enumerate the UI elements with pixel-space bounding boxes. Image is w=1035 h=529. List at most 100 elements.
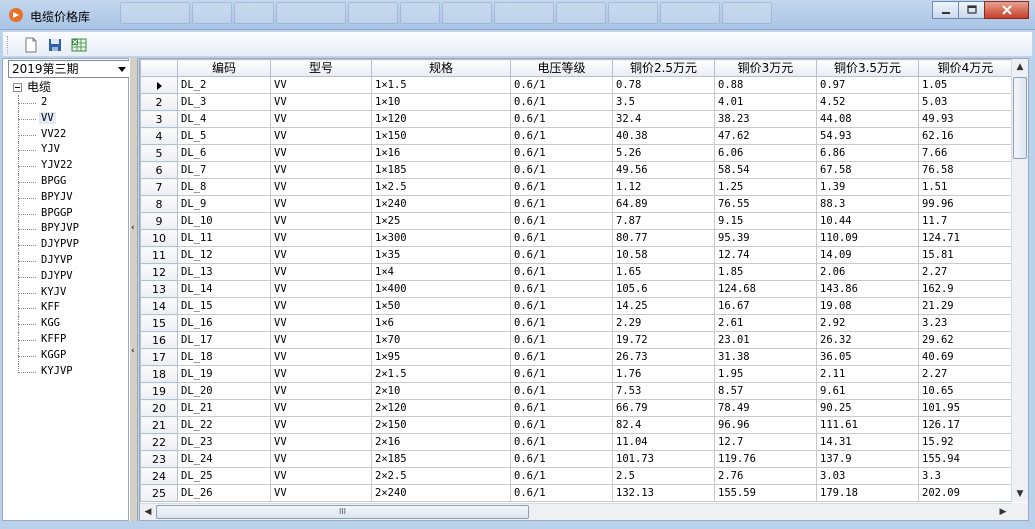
row-number[interactable]: 10 [140,229,178,247]
row-number[interactable]: 15 [140,314,178,332]
table-cell[interactable]: 78.49 [714,399,817,417]
table-cell[interactable]: DL_21 [177,399,271,417]
table-cell[interactable]: VV [270,93,372,111]
table-cell[interactable]: 11.7 [918,212,1013,230]
table-cell[interactable]: 1.05 [918,76,1013,94]
row-number[interactable]: 2 [140,93,178,111]
row-number[interactable]: 21 [140,416,178,434]
table-cell[interactable]: 124.68 [714,280,817,298]
vertical-scrollbar[interactable]: ▲ ▼ [1011,59,1028,502]
table-cell[interactable]: VV [270,161,372,179]
table-cell[interactable]: 12.7 [714,433,817,451]
table-cell[interactable]: 0.6/1 [510,263,613,281]
table-row[interactable]: 19 DL_20 VV 2×10 0.6/1 7.53 8.57 9.61 10.65 [140,382,1013,400]
table-cell[interactable]: VV [270,399,372,417]
table-cell[interactable]: DL_23 [177,433,271,451]
table-cell[interactable]: 2.27 [918,365,1013,383]
table-cell[interactable]: 1×35 [371,246,511,264]
row-number[interactable]: 8 [140,195,178,213]
table-cell[interactable]: 0.6/1 [510,433,613,451]
table-row[interactable]: 4 DL_5 VV 1×150 0.6/1 40.38 47.62 54.93 62.16 [140,127,1013,145]
table-cell[interactable]: 9.61 [816,382,919,400]
table-cell[interactable]: 14.31 [816,433,919,451]
row-number[interactable]: 3 [140,110,178,128]
table-cell[interactable]: 0.6/1 [510,161,613,179]
table-row[interactable]: 13 DL_14 VV 1×400 0.6/1 105.6 124.68 143.86 162.… [140,280,1013,298]
table-cell[interactable]: VV [270,348,372,366]
table-cell[interactable]: 1×240 [371,195,511,213]
table-cell[interactable]: 6.06 [714,144,817,162]
table-cell[interactable]: 0.78 [612,76,715,94]
row-number[interactable]: 23 [140,450,178,468]
table-cell[interactable]: DL_13 [177,263,271,281]
row-number[interactable]: 12 [140,263,178,281]
table-cell[interactable]: 101.73 [612,450,715,468]
table-cell[interactable]: 2×240 [371,484,511,502]
table-cell[interactable]: 0.6/1 [510,110,613,128]
table-row[interactable]: 18 DL_19 VV 2×1.5 0.6/1 1.76 1.95 2.11 2.27 [140,365,1013,383]
tree-item[interactable]: KGG [3,316,128,332]
table-cell[interactable]: 76.58 [918,161,1013,179]
table-cell[interactable]: 29.62 [918,331,1013,349]
table-cell[interactable]: 2×10 [371,382,511,400]
table-cell[interactable]: 7.53 [612,382,715,400]
table-cell[interactable]: 111.61 [816,416,919,434]
scroll-up-icon[interactable]: ▲ [1012,59,1028,75]
table-cell[interactable]: 0.6/1 [510,382,613,400]
table-cell[interactable]: 202.09 [918,484,1013,502]
table-cell[interactable]: 1×70 [371,331,511,349]
table-cell[interactable]: VV [270,246,372,264]
row-number[interactable]: 6 [140,161,178,179]
row-number[interactable]: 19 [140,382,178,400]
table-cell[interactable]: 6.86 [816,144,919,162]
table-cell[interactable]: 0.6/1 [510,416,613,434]
table-cell[interactable]: 0.6/1 [510,93,613,111]
collapse-left-icon[interactable]: ‹ [131,346,137,356]
table-cell[interactable]: 1.39 [816,178,919,196]
row-number[interactable]: 20 [140,399,178,417]
table-cell[interactable]: 126.17 [918,416,1013,434]
chevron-down-icon[interactable] [118,67,126,72]
table-cell[interactable]: VV [270,467,372,485]
table-cell[interactable]: 0.6/1 [510,331,613,349]
table-cell[interactable]: DL_22 [177,416,271,434]
table-row[interactable]: 23 DL_24 VV 2×185 0.6/1 101.73 119.76 137.9 155.… [140,450,1013,468]
table-cell[interactable]: 1.76 [612,365,715,383]
row-number[interactable]: 16 [140,331,178,349]
table-cell[interactable]: 10.44 [816,212,919,230]
table-cell[interactable]: 2.92 [816,314,919,332]
table-cell[interactable]: 2.27 [918,263,1013,281]
table-cell[interactable]: 1×300 [371,229,511,247]
excel-export-button[interactable] [69,35,89,55]
table-cell[interactable]: 132.13 [612,484,715,502]
table-cell[interactable]: 0.6/1 [510,178,613,196]
table-cell[interactable]: 2.06 [816,263,919,281]
table-cell[interactable]: DL_2 [177,76,271,94]
table-cell[interactable]: VV [270,76,372,94]
table-cell[interactable]: VV [270,365,372,383]
table-cell[interactable]: 4.52 [816,93,919,111]
table-cell[interactable]: VV [270,110,372,128]
tree-item[interactable]: KFFP [3,331,128,348]
table-cell[interactable]: 80.77 [612,229,715,247]
table-cell[interactable]: DL_24 [177,450,271,468]
table-cell[interactable]: 143.86 [816,280,919,298]
row-number[interactable]: 4 [140,127,178,145]
table-cell[interactable]: 137.9 [816,450,919,468]
table-cell[interactable]: VV [270,433,372,451]
table-cell[interactable]: 0.6/1 [510,467,613,485]
table-cell[interactable]: 1×95 [371,348,511,366]
table-cell[interactable]: 1.12 [612,178,715,196]
table-cell[interactable]: DL_15 [177,297,271,315]
table-cell[interactable]: 0.6/1 [510,76,613,94]
row-number[interactable]: 25 [140,484,178,502]
table-cell[interactable]: 2×16 [371,433,511,451]
table-cell[interactable]: 36.05 [816,348,919,366]
table-row[interactable]: 21 DL_22 VV 2×150 0.6/1 82.4 96.96 111.61 126.17 [140,416,1013,434]
table-cell[interactable]: 1×50 [371,297,511,315]
table-cell[interactable]: 2.61 [714,314,817,332]
table-cell[interactable]: 1.51 [918,178,1013,196]
tree-item[interactable]: BPGG [3,173,128,190]
table-row[interactable]: 10 DL_11 VV 1×300 0.6/1 80.77 95.39 110.09 124.7… [140,229,1013,247]
minimize-button[interactable] [932,1,959,19]
